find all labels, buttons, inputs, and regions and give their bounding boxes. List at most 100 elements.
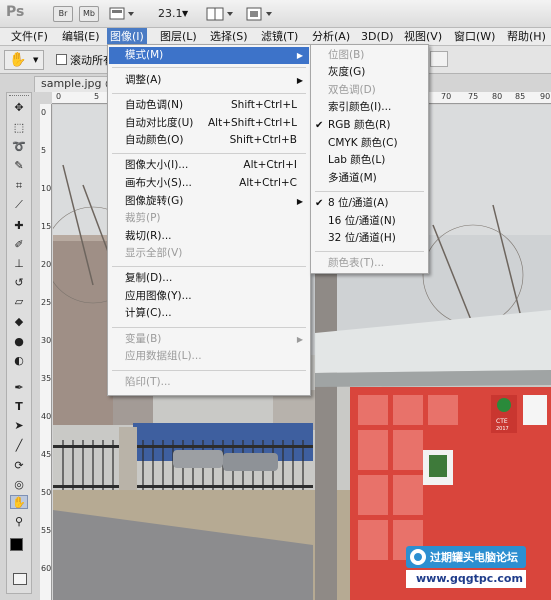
zoom-dropdown-icon[interactable]: ▼ bbox=[182, 9, 188, 18]
ruler-left-number: 25 bbox=[41, 298, 52, 307]
ruler-left-number: 35 bbox=[41, 374, 52, 383]
menu-item-auto-contrast[interactable]: 自动对比度(U) Alt+Shift+Ctrl+L bbox=[109, 115, 309, 132]
ruler-left-number: 30 bbox=[41, 336, 52, 345]
move-tool-icon[interactable]: ✥ bbox=[10, 101, 28, 115]
blur-tool-icon[interactable]: ● bbox=[10, 335, 28, 349]
eyedropper-tool-icon[interactable]: ⟋ bbox=[10, 198, 28, 212]
photo-sign-text: CTE bbox=[496, 418, 508, 425]
3d-orbit-tool-icon[interactable]: ◎ bbox=[10, 478, 28, 492]
menu-item-multichannel[interactable]: 多通道(M) bbox=[312, 170, 427, 187]
menu-item-image-rotation[interactable]: 图像旋转(G) ▶ bbox=[109, 193, 309, 210]
ruler-left-number: 45 bbox=[41, 450, 52, 459]
ruler-top-number: 5 bbox=[94, 92, 100, 101]
menu-item-8-bits[interactable]: ✔ 8 位/通道(A) bbox=[312, 195, 427, 212]
menu-item-reveal-all: 显示全部(V) bbox=[125, 247, 183, 259]
menu-item-calculations[interactable]: 计算(C)... bbox=[109, 305, 309, 322]
tool-preset-picker[interactable]: ✋ ▼ bbox=[4, 50, 44, 70]
menu-item-16-bits[interactable]: 16 位/通道(N) bbox=[312, 213, 427, 230]
arrange-documents-button[interactable] bbox=[205, 6, 235, 22]
menu-file[interactable]: 文件(F) bbox=[8, 28, 51, 46]
menu-edit[interactable]: 编辑(E) bbox=[59, 28, 103, 46]
menu-item-lab-color[interactable]: Lab 颜色(L) bbox=[312, 152, 427, 169]
view-extras-icon bbox=[109, 7, 134, 20]
menu-item-image-size[interactable]: 图像大小(I)... Alt+Ctrl+I bbox=[109, 157, 309, 174]
menu-item-apply-image[interactable]: 应用图像(Y)... bbox=[109, 288, 309, 305]
menu-item-mode[interactable]: 模式(M) ▶ bbox=[109, 47, 309, 64]
menu-item-trim[interactable]: 裁切(R)... bbox=[109, 228, 309, 245]
menu-window[interactable]: 窗口(W) bbox=[451, 28, 498, 46]
bridge-button[interactable]: Br bbox=[53, 6, 73, 22]
submenu-arrow-icon: ▶ bbox=[296, 76, 303, 85]
menu-item-variables: 变量(B) ▶ bbox=[109, 331, 309, 348]
paint-bucket-tool-icon[interactable]: ◆ bbox=[10, 315, 28, 329]
type-tool-icon[interactable]: T bbox=[10, 400, 28, 414]
path-selection-tool-icon[interactable]: ➤ bbox=[10, 419, 28, 433]
foreground-color-swatch[interactable] bbox=[10, 538, 23, 551]
lasso-tool-icon[interactable]: ➰ bbox=[10, 140, 28, 154]
menu-item-cmyk-color[interactable]: CMYK 颜色(C) bbox=[312, 135, 427, 152]
marquee-tool-icon[interactable]: ⬚ bbox=[10, 121, 28, 135]
arrange-documents-icon bbox=[206, 7, 233, 21]
menu-item-canvas-size[interactable]: 画布大小(S)... Alt+Ctrl+C bbox=[109, 175, 309, 192]
menu-item-adjustments[interactable]: 调整(A) ▶ bbox=[109, 72, 309, 89]
history-brush-tool-icon[interactable]: ↺ bbox=[10, 276, 28, 290]
ruler-left-number: 10 bbox=[41, 184, 52, 193]
shape-tool-icon[interactable]: ╱ bbox=[10, 439, 28, 453]
hand-icon: ✋ bbox=[9, 52, 27, 68]
application-bar: Ps Br Mb 23.1 ▼ bbox=[0, 0, 551, 28]
menu-separator bbox=[112, 67, 306, 68]
ruler-left: 0 5 10 15 20 25 30 35 40 45 50 55 60 bbox=[40, 104, 52, 600]
quick-mask-icon[interactable] bbox=[13, 573, 27, 585]
menu-item-bitmap: 位图(B) bbox=[328, 49, 365, 61]
menu-separator bbox=[112, 370, 306, 371]
pen-tool-icon[interactable]: ✒ bbox=[10, 381, 28, 395]
image-menu-dropdown: 模式(M) ▶ 调整(A) ▶ 自动色调(N) Shift+Ctrl+L 自动对比度(… bbox=[107, 44, 311, 396]
menu-item-indexed-color[interactable]: 索引颜色(I)... bbox=[312, 99, 427, 116]
zoom-tool-icon[interactable]: ⚲ bbox=[10, 515, 28, 529]
options-field[interactable] bbox=[430, 51, 448, 67]
hand-tool-icon[interactable]: ✋ bbox=[10, 495, 28, 509]
quick-selection-tool-icon[interactable]: ✎ bbox=[10, 159, 28, 173]
menu-help[interactable]: 帮助(H) bbox=[504, 28, 549, 46]
submenu-arrow-icon: ▶ bbox=[296, 197, 303, 206]
menu-item-auto-color[interactable]: 自动颜色(O) Shift+Ctrl+B bbox=[109, 132, 309, 149]
screen-mode-button[interactable] bbox=[244, 6, 274, 22]
tools-panel: ✥ ⬚ ➰ ✎ ⌗ ⟋ ✚ ✐ ⊥ ↺ ▱ ◆ ● ◐ ✒ T ➤ ╱ ⟳ ◎ … bbox=[6, 92, 32, 594]
ruler-top-number: 75 bbox=[468, 92, 479, 101]
menu-item-duplicate[interactable]: 复制(D)... bbox=[109, 270, 309, 287]
ruler-left-number: 15 bbox=[41, 222, 52, 231]
3d-rotate-tool-icon[interactable]: ⟳ bbox=[10, 459, 28, 473]
forum-watermark: 过期罐头电脑论坛 www.gqgtpc.com bbox=[406, 546, 526, 590]
eraser-tool-icon[interactable]: ▱ bbox=[10, 295, 28, 309]
view-extras-button[interactable] bbox=[108, 6, 136, 22]
menu-item-32-bits[interactable]: 32 位/通道(H) bbox=[312, 230, 427, 247]
photo-sign-year: 2017 bbox=[496, 426, 509, 432]
menu-item-grayscale[interactable]: 灰度(G) bbox=[312, 64, 427, 81]
checkmark-icon: ✔ bbox=[315, 120, 324, 131]
scroll-all-windows-checkbox[interactable] bbox=[56, 54, 67, 65]
ruler-top-number: 85 bbox=[515, 92, 526, 101]
menu-separator bbox=[112, 266, 306, 267]
menu-separator bbox=[112, 153, 306, 154]
watermark-url: www.gqgtpc.com bbox=[416, 572, 523, 585]
watermark-title: 过期罐头电脑论坛 bbox=[430, 551, 518, 564]
menu-item-rgb-color[interactable]: ✔ RGB 颜色(R) bbox=[312, 117, 427, 134]
clone-stamp-tool-icon[interactable]: ⊥ bbox=[10, 257, 28, 271]
menu-separator bbox=[315, 251, 424, 252]
crop-tool-icon[interactable]: ⌗ bbox=[10, 179, 28, 193]
ruler-left-number: 20 bbox=[41, 260, 52, 269]
brush-tool-icon[interactable]: ✐ bbox=[10, 238, 28, 252]
menu-separator bbox=[112, 327, 306, 328]
panel-grip[interactable] bbox=[9, 95, 29, 99]
menu-separator bbox=[315, 191, 424, 192]
chevron-down-icon: ▼ bbox=[33, 56, 39, 64]
healing-brush-tool-icon[interactable]: ✚ bbox=[10, 219, 28, 233]
menu-item-crop: 裁剪(P) bbox=[125, 212, 161, 224]
menu-item-apply-data-set: 应用数据组(L)... bbox=[125, 350, 202, 362]
ruler-top-number: 70 bbox=[441, 92, 452, 101]
dodge-tool-icon[interactable]: ◐ bbox=[10, 354, 28, 368]
menu-item-auto-tone[interactable]: 自动色调(N) Shift+Ctrl+L bbox=[109, 97, 309, 114]
minibridge-button[interactable]: Mb bbox=[79, 6, 99, 22]
submenu-arrow-icon: ▶ bbox=[296, 335, 303, 344]
zoom-level[interactable]: 23.1 bbox=[158, 7, 183, 20]
